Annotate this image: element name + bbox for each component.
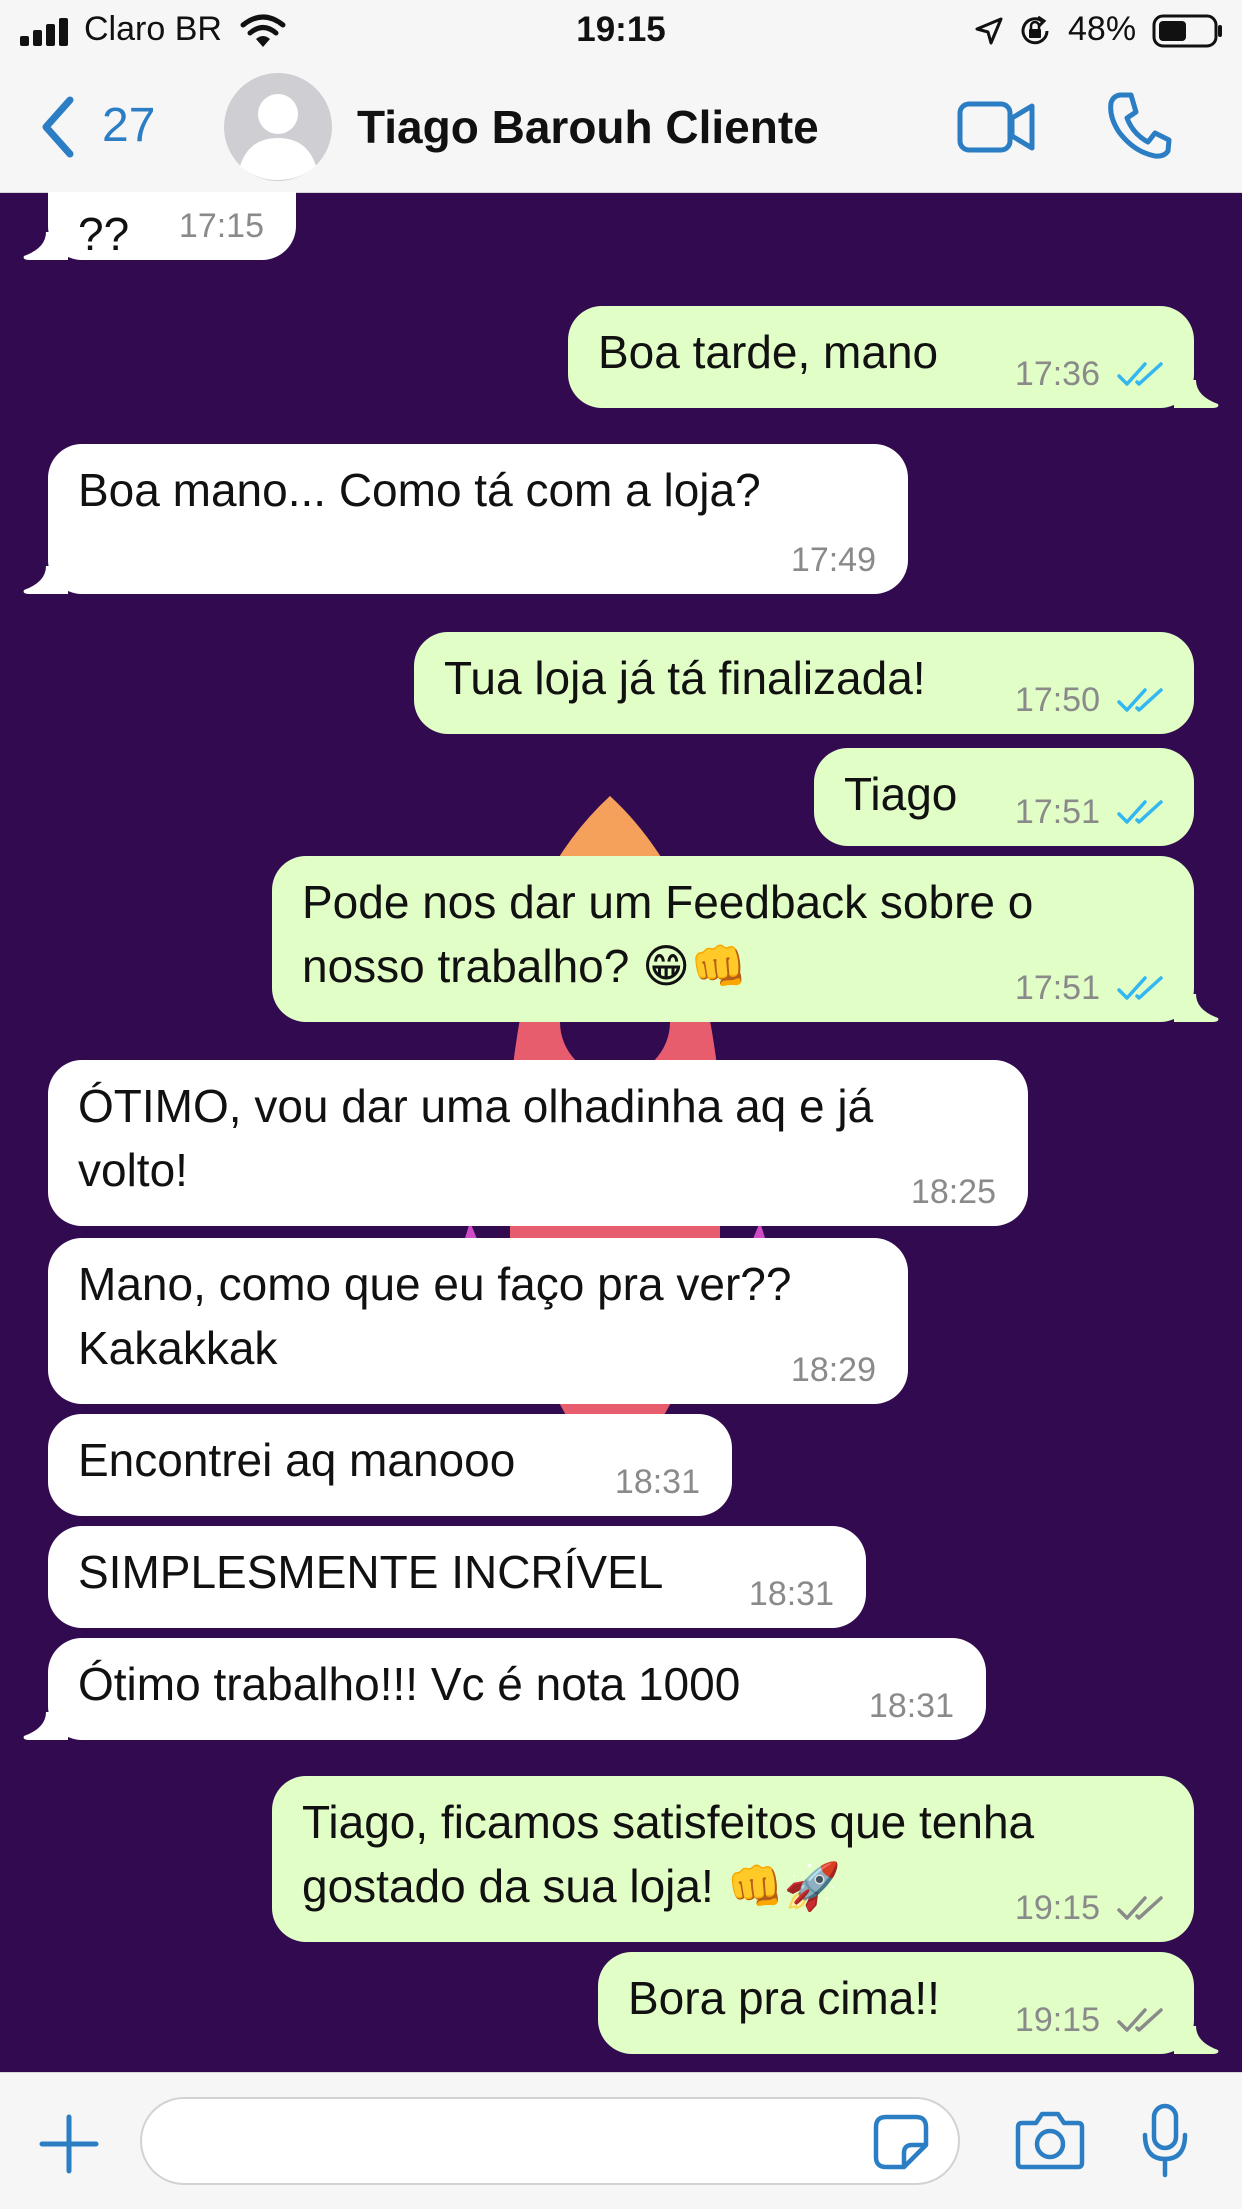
sticker-icon[interactable] — [872, 2113, 930, 2171]
message-time: 17:51 — [1014, 969, 1100, 1007]
bubble-tail — [23, 566, 68, 594]
message-time: 17:15 — [178, 207, 264, 245]
chat-area[interactable]: ?? 17:15 Boa tarde, mano 17:36 Boa mano.… — [0, 192, 1242, 2072]
read-ticks-icon — [1117, 976, 1163, 1000]
message-text: ÓTIMO, vou dar uma olhadinha aq e já vol… — [78, 1080, 874, 1196]
message-text: Mano, como que eu faço pra ver?? Kakakka… — [78, 1258, 792, 1374]
message-outgoing[interactable]: Bora pra cima!! 19:15 — [598, 1952, 1219, 2054]
message-text: Ótimo trabalho!!! Vc é nota 1000 — [78, 1658, 741, 1710]
message-composer — [0, 2072, 1242, 2209]
message-time: 17:36 — [1014, 355, 1100, 393]
message-time: 17:51 — [1014, 793, 1100, 831]
message-incoming[interactable]: Mano, como que eu faço pra ver?? Kakakka… — [48, 1238, 908, 1404]
status-bar: Claro BR 19:15 48% — [0, 0, 1242, 62]
video-camera-icon[interactable] — [956, 98, 1036, 156]
read-ticks-icon — [1117, 362, 1163, 386]
status-time: 19:15 — [576, 10, 666, 49]
message-outgoing[interactable]: Pode nos dar um Feedback sobre o nosso t… — [272, 856, 1219, 1022]
message-time: 17:49 — [790, 541, 876, 579]
message-outgoing[interactable]: Boa tarde, mano 17:36 — [568, 306, 1219, 408]
message-outgoing[interactable]: Tua loja já tá finalizada! 17:50 — [414, 632, 1194, 734]
contact-name[interactable]: Tiago Barouh Cliente — [357, 100, 819, 154]
back-button-unread-count[interactable]: 27 — [102, 98, 155, 153]
bubble-tail — [1174, 380, 1219, 408]
message-time: 18:25 — [910, 1173, 996, 1211]
message-outgoing[interactable]: Tiago, ficamos satisfeitos que tenha gos… — [272, 1776, 1194, 1942]
message-incoming[interactable]: Boa mano... Como tá com a loja? 17:49 — [23, 444, 908, 594]
battery-icon — [1152, 14, 1222, 48]
read-ticks-icon — [1117, 688, 1163, 712]
plus-icon[interactable] — [38, 2113, 100, 2175]
message-text: Boa mano... Como tá com a loja? — [78, 464, 761, 516]
message-time: 19:15 — [1014, 2001, 1100, 2039]
message-time: 18:31 — [614, 1463, 700, 1501]
delivered-ticks-icon — [1117, 2008, 1163, 2032]
read-ticks-icon — [1117, 800, 1163, 824]
message-time: 19:15 — [1014, 1889, 1100, 1927]
message-incoming[interactable]: SIMPLESMENTE INCRÍVEL 18:31 — [48, 1526, 866, 1628]
battery-percent: 48% — [1068, 10, 1137, 48]
message-time: 17:50 — [1014, 681, 1100, 719]
message-incoming[interactable]: ?? 17:15 — [23, 192, 296, 260]
bubble-tail — [1174, 994, 1219, 1022]
message-outgoing[interactable]: Tiago 17:51 — [814, 748, 1194, 846]
chat-header: 27 Tiago Barouh Cliente — [0, 62, 1242, 193]
message-incoming[interactable]: Ótimo trabalho!!! Vc é nota 1000 18:31 — [23, 1638, 986, 1740]
location-arrow-icon — [975, 17, 1003, 45]
rotation-lock-icon — [1021, 15, 1049, 45]
message-incoming[interactable]: ÓTIMO, vou dar uma olhadinha aq e já vol… — [48, 1060, 1028, 1226]
default-avatar-icon[interactable] — [223, 72, 333, 182]
microphone-icon[interactable] — [1140, 2103, 1190, 2179]
message-text: Encontrei aq manooo — [78, 1434, 516, 1486]
bubble-tail — [1174, 2026, 1219, 2054]
bubble-tail — [23, 1712, 68, 1740]
camera-icon[interactable] — [1014, 2109, 1086, 2171]
bubble-tail — [23, 232, 68, 260]
delivered-ticks-icon — [1117, 1896, 1163, 1920]
message-time: 18:31 — [748, 1575, 834, 1613]
message-incoming[interactable]: Encontrei aq manooo 18:31 — [48, 1414, 732, 1516]
phone-icon[interactable] — [1106, 90, 1172, 160]
message-input[interactable] — [140, 2097, 960, 2185]
chevron-left-icon[interactable] — [38, 96, 78, 158]
message-time: 18:29 — [790, 1351, 876, 1389]
message-time: 18:31 — [868, 1687, 954, 1725]
message-text: SIMPLESMENTE INCRÍVEL — [78, 1546, 664, 1598]
